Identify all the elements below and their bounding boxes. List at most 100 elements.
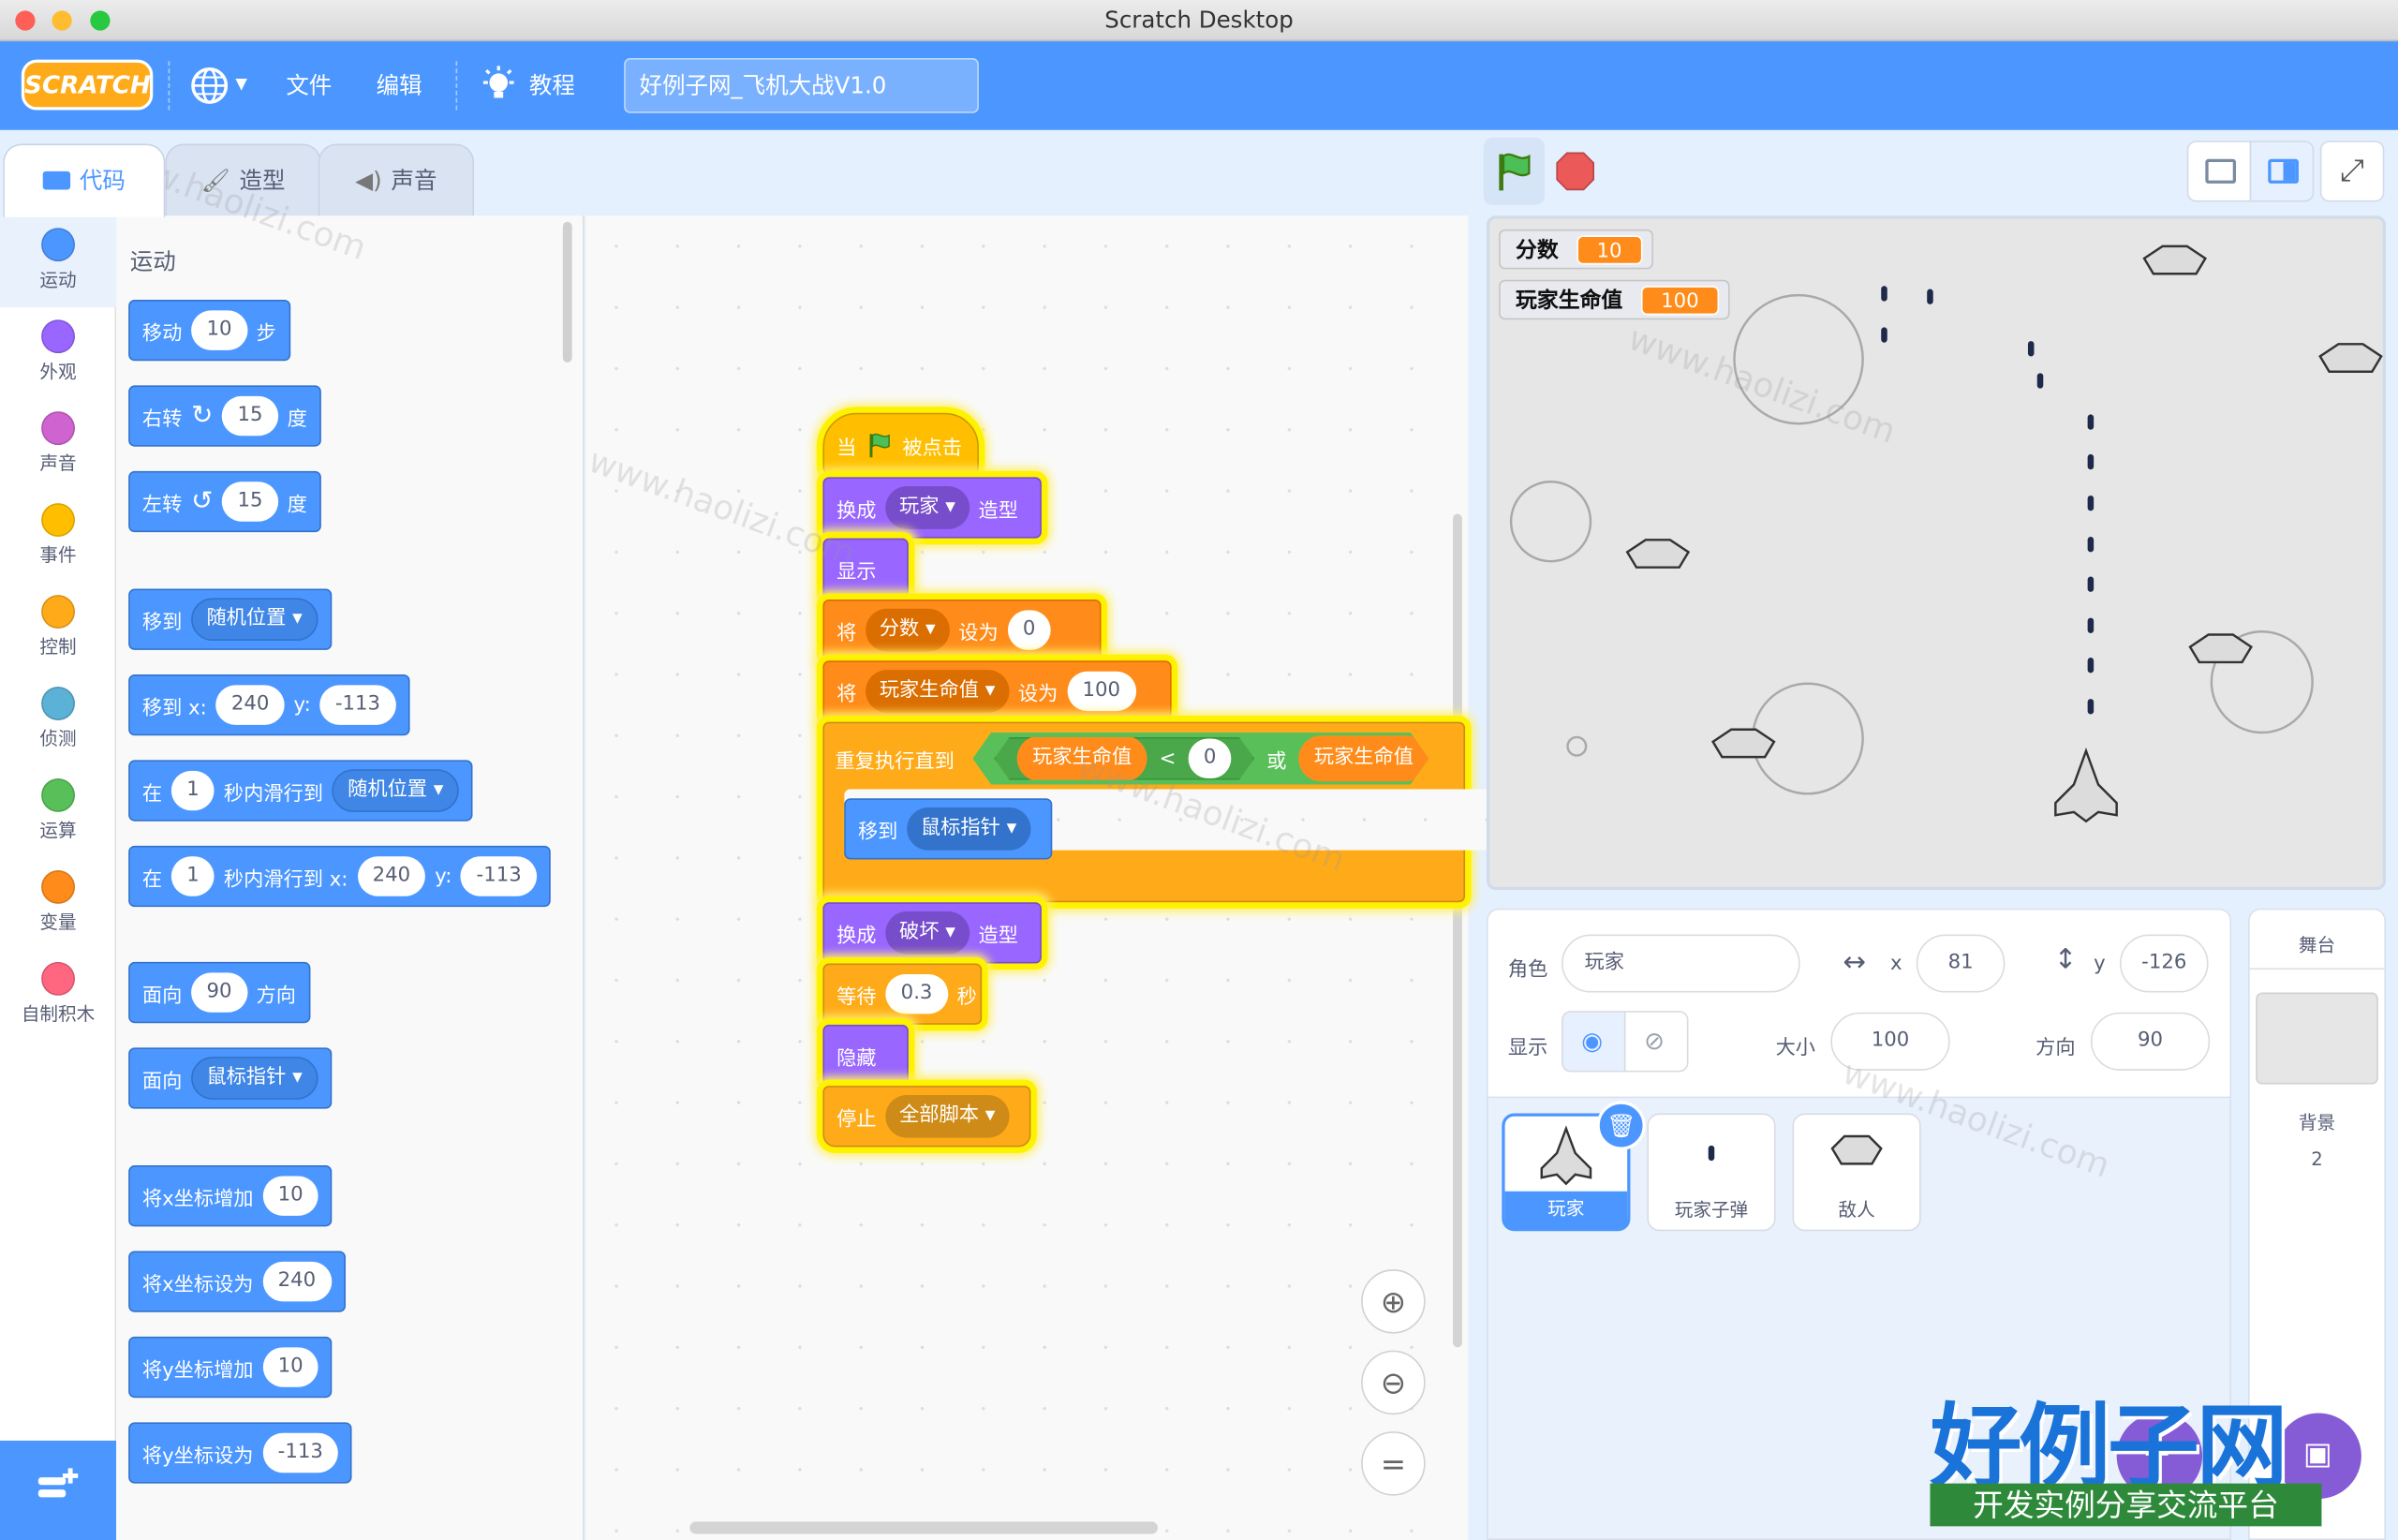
zoom-in-button[interactable]: ⊕ [1361,1269,1426,1334]
change-x-block[interactable]: 将x坐标增加 10 [128,1165,333,1227]
tab-code[interactable]: 代码 [3,143,166,217]
glide-block[interactable]: 在 1 秒内滑行到 随机位置 ▾ [128,760,473,822]
change-y-block[interactable]: 将y坐标增加 10 [128,1336,333,1399]
x-input[interactable]: 240 [357,856,426,896]
category-variables[interactable]: 变量 [0,858,116,950]
tutorials-menu[interactable]: 教程 [481,41,587,130]
less-than-operator[interactable]: 玩家生命值 < 0 [994,737,1254,780]
goto-xy-block[interactable]: 移到 x: 240 y: -113 [128,674,410,736]
palette-scrollbar[interactable] [562,221,572,363]
category-sound[interactable]: 声音 [0,399,116,491]
point-towards-block[interactable]: 面向 鼠标指针 ▾ [128,1047,332,1109]
point-target-dropdown[interactable]: 鼠标指针 ▾ [191,1057,318,1100]
category-sensing[interactable]: 侦测 [0,674,116,766]
degrees-input[interactable]: 15 [222,481,278,522]
stop-option-dropdown[interactable]: 全部脚本 ▾ [885,1094,1010,1138]
variable-dropdown[interactable]: 玩家生命值 ▾ [866,670,1010,713]
category-my-blocks[interactable]: 自制积木 [0,950,116,1042]
point-direction-block[interactable]: 面向 90 方向 [128,961,310,1024]
switch-costume-block[interactable]: 换成 破坏 ▾ 造型 [822,902,1042,964]
small-stage-button[interactable] [2186,141,2252,202]
seconds-input[interactable]: 1 [170,856,215,896]
horizontal-scrollbar[interactable] [689,1521,1158,1534]
or-operator[interactable]: 玩家生命值 < 0 或 玩家生命值 [972,733,1428,785]
switch-costume-block[interactable]: 换成 玩家 ▾ 造型 [822,477,1042,539]
variable-dropdown[interactable]: 分数 ▾ [866,608,950,652]
category-operators[interactable]: 运算 [0,766,116,858]
sprite-name-input[interactable]: 玩家 [1561,934,1800,993]
block-text: 换成 [836,924,877,948]
running-script: 当 被点击 换成 玩家 ▾ 造型 显示 将分数 ▾ 设为 0 将玩家生命值 ▾ 设为 100… [822,394,1487,1151]
tab-sounds[interactable]: ◀) 声音 [318,143,475,217]
backdrop-thumbnail[interactable] [2256,992,2378,1085]
scratch-logo[interactable]: SCRATCH [21,59,154,111]
sprite-tile-enemy[interactable]: 敌人 [1792,1113,1921,1232]
set-score-block[interactable]: 将分数 ▾ 设为 0 [822,599,1102,661]
x-input[interactable]: 240 [215,685,285,725]
hide-block[interactable]: 隐藏 [822,1024,909,1087]
x-change-input[interactable]: 10 [262,1176,319,1216]
compare-value-input[interactable]: 0 [1189,739,1232,778]
tab-costumes[interactable]: 🖌 造型 [165,143,321,217]
edit-menu[interactable]: 编辑 [377,41,422,130]
seconds-input[interactable]: 1 [170,770,215,811]
hp-reporter[interactable]: 玩家生命值 [1017,735,1147,781]
y-set-input[interactable]: -113 [262,1432,339,1473]
variables-category-icon [41,869,76,904]
fullscreen-button[interactable]: ⤢ [2319,141,2385,202]
x-set-input[interactable]: 240 [262,1261,332,1302]
y-input[interactable]: -113 [461,856,538,896]
costume-dropdown[interactable]: 破坏 ▾ [885,911,970,955]
add-extension-button[interactable] [0,1440,117,1540]
category-label: 运算 [39,820,77,841]
goto-target-dropdown[interactable]: 随机位置 ▾ [191,598,318,642]
steps-input[interactable]: 10 [191,310,247,350]
when-flag-clicked-hat[interactable]: 当 被点击 [822,412,979,475]
category-looks[interactable]: 外观 [0,307,116,399]
set-y-block[interactable]: 将y坐标设为 -113 [128,1422,352,1484]
value-input[interactable]: 0 [1007,610,1051,650]
x-input[interactable]: 81 [1916,934,2006,993]
project-title-input[interactable]: 好例子网_飞机大战V1.0 [624,58,979,113]
zoom-reset-button[interactable]: = [1361,1431,1426,1496]
hide-sprite-button[interactable]: ⊘ [1623,1011,1689,1073]
set-x-block[interactable]: 将x坐标设为 240 [128,1251,346,1312]
stop-button[interactable] [1545,138,1606,205]
wait-block[interactable]: 等待 0.3 秒 [822,963,983,1025]
size-input[interactable]: 100 [1830,1012,1950,1071]
hp-reporter[interactable]: 玩家生命值 [1299,735,1429,781]
y-change-input[interactable]: 10 [262,1347,319,1387]
degrees-input[interactable]: 15 [222,395,278,437]
goto-block[interactable]: 移到 随机位置 ▾ [128,588,332,650]
turn-left-block[interactable]: 左转 ↺ 15 度 [128,470,321,533]
file-menu[interactable]: 文件 [286,41,332,130]
language-menu[interactable]: ▼ [189,41,257,130]
show-sprite-button[interactable]: ◉ [1561,1011,1626,1073]
wait-seconds-input[interactable]: 0.3 [885,973,948,1014]
costume-dropdown[interactable]: 玩家 ▾ [885,486,970,529]
stage-canvas[interactable]: 分数 10 玩家生命值 100 [1486,215,2387,891]
category-label: 事件 [39,544,77,567]
green-flag-button[interactable] [1483,137,1546,205]
show-block[interactable]: 显示 [822,538,909,600]
y-input[interactable]: -113 [319,685,396,725]
category-control[interactable]: 控制 [0,583,116,674]
category-motion[interactable]: 运动 [0,215,117,308]
direction-input[interactable]: 90 [2090,1012,2211,1071]
move-steps-block[interactable]: 移动 10 步 [128,299,290,362]
turn-right-block[interactable]: 右转 ↻ 15 度 [128,385,321,447]
y-input[interactable]: -126 [2119,934,2209,993]
glide-target-dropdown[interactable]: 随机位置 ▾ [332,769,459,812]
goto-mouse-block[interactable]: 移到 鼠标指针 ▾ [844,798,1053,860]
goto-target-dropdown[interactable]: 鼠标指针 ▾ [907,807,1030,851]
stop-block[interactable]: 停止 全部脚本 ▾ [822,1086,1031,1148]
value-input[interactable]: 100 [1067,671,1136,712]
zoom-out-button[interactable]: ⊖ [1361,1350,1426,1415]
delete-sprite-button[interactable]: 🗑 [1596,1101,1646,1150]
direction-input[interactable]: 90 [191,972,247,1013]
sprite-tile-player-bullet[interactable]: 玩家子弹 [1647,1113,1776,1232]
category-events[interactable]: 事件 [0,491,116,583]
glide-xy-block[interactable]: 在 1 秒内滑行到 x: 240 y: -113 [128,845,551,908]
large-stage-button[interactable] [2249,141,2315,202]
set-hp-block[interactable]: 将玩家生命值 ▾ 设为 100 [822,660,1172,722]
